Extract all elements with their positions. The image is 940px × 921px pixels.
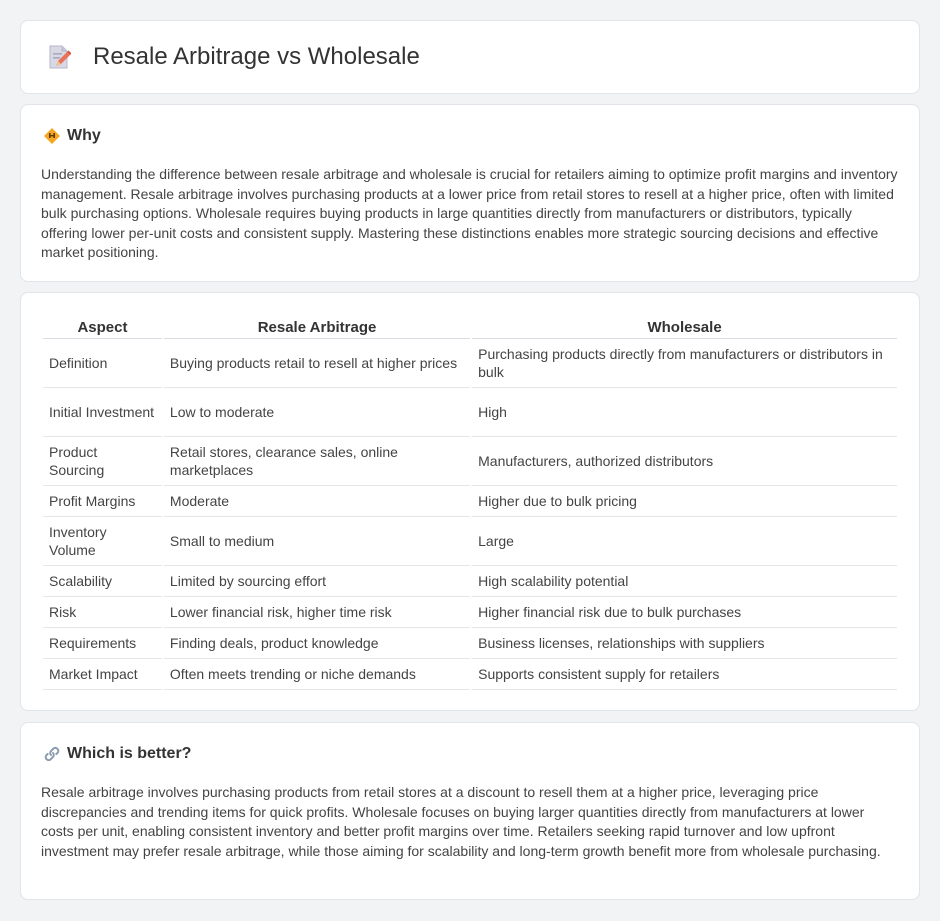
diamond-warning-icon <box>44 128 60 144</box>
table-cell: Small to medium <box>163 517 471 566</box>
table-cell: Scalability <box>43 566 162 597</box>
table-cell: Higher due to bulk pricing <box>472 486 897 517</box>
table-row: Product Sourcing Retail stores, clearanc… <box>43 437 897 486</box>
table-cell: Limited by sourcing effort <box>163 566 471 597</box>
which-is-better-title: Which is better? <box>67 745 192 762</box>
table-row: Definition Buying products retail to res… <box>43 339 897 388</box>
why-title: Why <box>67 127 101 144</box>
table-cell: Initial Investment <box>43 388 162 437</box>
table-row: Risk Lower financial risk, higher time r… <box>43 597 897 628</box>
table-row: Inventory Volume Small to medium Large <box>43 517 897 566</box>
table-cell: Finding deals, product knowledge <box>163 628 471 659</box>
table-cell: Lower financial risk, higher time risk <box>163 597 471 628</box>
table-row: Market Impact Often meets trending or ni… <box>43 659 897 690</box>
table-cell: Business licenses, relationships with su… <box>472 628 897 659</box>
table-cell: Retail stores, clearance sales, online m… <box>163 437 471 486</box>
table-cell: Risk <box>43 597 162 628</box>
table-cell: Manufacturers, authorized distributors <box>472 437 897 486</box>
table-cell: Supports consistent supply for retailers <box>472 659 897 690</box>
table-cell: Product Sourcing <box>43 437 162 486</box>
which-is-better-text: Resale arbitrage involves purchasing pro… <box>41 784 881 859</box>
table-cell: Large <box>472 517 897 566</box>
table-cell: Market Impact <box>43 659 162 690</box>
table-row: Profit Margins Moderate Higher due to bu… <box>43 486 897 517</box>
header-card: Resale Arbitrage vs Wholesale <box>20 20 920 94</box>
table-cell: Profit Margins <box>43 486 162 517</box>
table-cell: Higher financial risk due to bulk purcha… <box>472 597 897 628</box>
comparison-table: Aspect Resale Arbitrage Wholesale Defini… <box>41 313 899 690</box>
document-pencil-icon <box>49 45 71 69</box>
table-cell: Often meets trending or niche demands <box>163 659 471 690</box>
table-header-row: Aspect Resale Arbitrage Wholesale <box>43 313 897 339</box>
header-wholesale: Wholesale <box>472 313 897 339</box>
table-row: Scalability Limited by sourcing effort H… <box>43 566 897 597</box>
header-aspect: Aspect <box>43 313 162 339</box>
table-cell: Buying products retail to resell at high… <box>163 339 471 388</box>
table-cell: Inventory Volume <box>43 517 162 566</box>
table-cell: Purchasing products directly from manufa… <box>472 339 897 388</box>
table-cell: Moderate <box>163 486 471 517</box>
table-cell: Low to moderate <box>163 388 471 437</box>
table-cell: High scalability potential <box>472 566 897 597</box>
table-cell: High <box>472 388 897 437</box>
why-section: Why Understanding the difference between… <box>20 104 920 282</box>
comparison-table-card: Aspect Resale Arbitrage Wholesale Defini… <box>20 292 920 711</box>
why-text: Understanding the difference between res… <box>41 166 898 261</box>
page-title: Resale Arbitrage vs Wholesale <box>93 43 420 70</box>
table-cell: Requirements <box>43 628 162 659</box>
which-is-better-section: Which is better? Resale arbitrage involv… <box>20 722 920 900</box>
table-cell: Definition <box>43 339 162 388</box>
table-row: Initial Investment Low to moderate High <box>43 388 897 437</box>
header-resale-arbitrage: Resale Arbitrage <box>163 313 471 339</box>
link-icon <box>44 746 60 762</box>
table-row: Requirements Finding deals, product know… <box>43 628 897 659</box>
